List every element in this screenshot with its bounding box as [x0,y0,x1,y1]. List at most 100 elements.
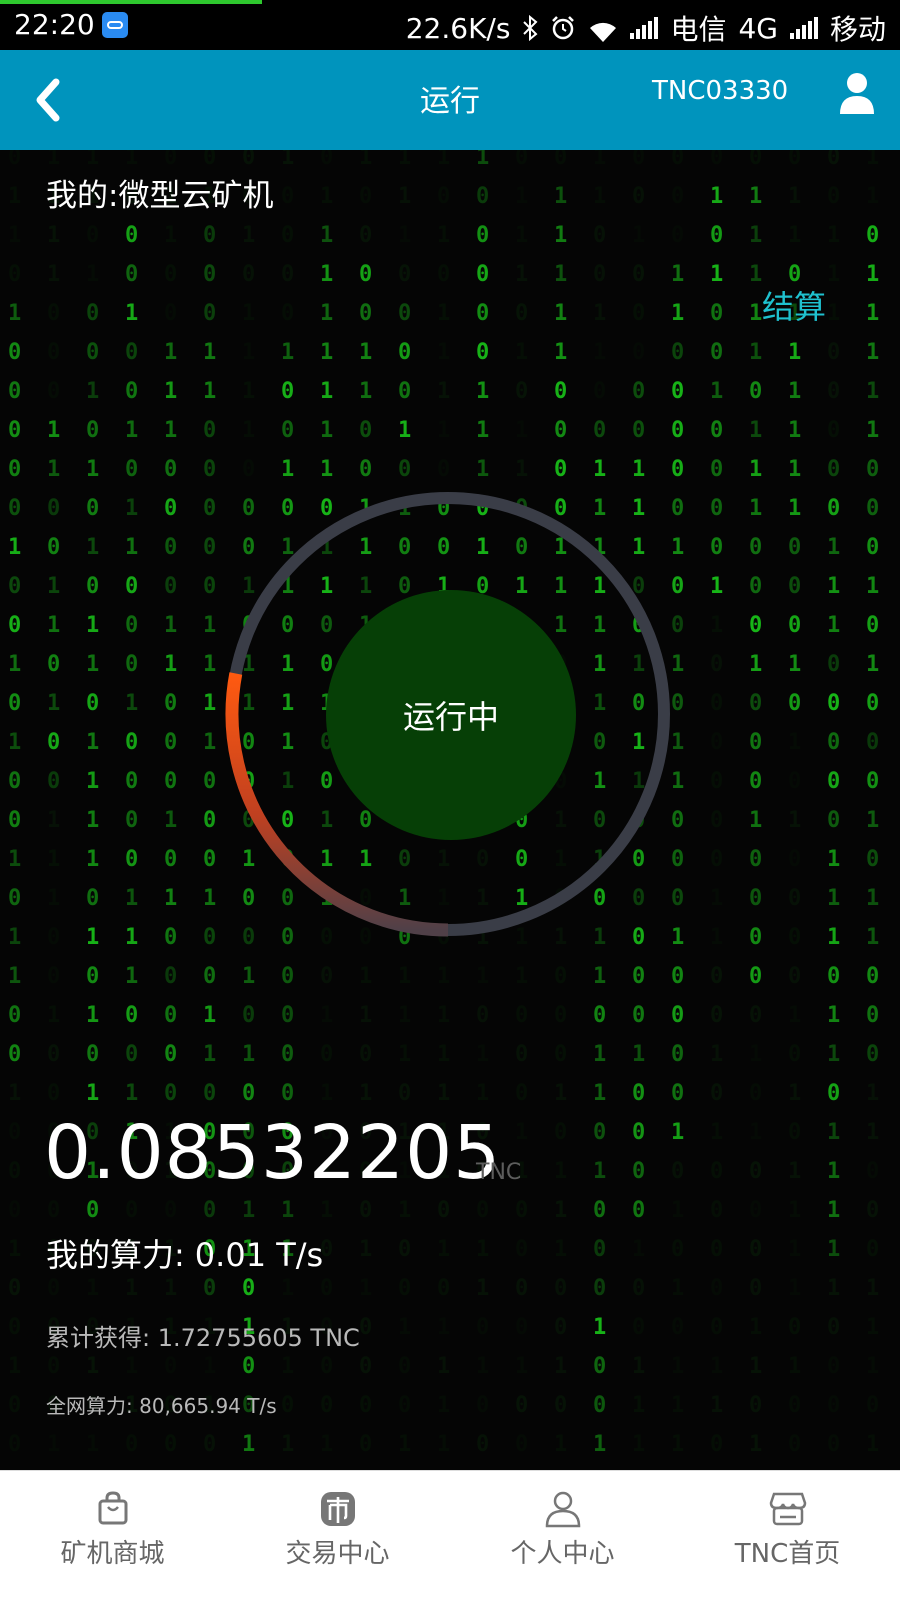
binary-digit: 1 [710,574,723,599]
binary-digit: 0 [8,613,21,638]
binary-digit: 0 [164,535,177,560]
binary-digit: 1 [164,1276,177,1301]
binary-digit: 0 [86,340,99,365]
binary-digit: 1 [281,1432,294,1457]
binary-digit: 1 [476,418,489,443]
binary-digit: 0 [359,1198,372,1223]
binary-digit: 0 [86,1042,99,1067]
binary-digit: 0 [866,691,879,716]
binary-digit: 0 [281,1393,294,1418]
binary-digit: 0 [671,1081,684,1106]
binary-digit: 1 [86,808,99,833]
binary-digit: 1 [827,1198,840,1223]
binary-digit: 1 [749,1432,762,1457]
nav-item-trade[interactable]: 交易中心 [225,1471,450,1601]
binary-digit: 0 [515,1003,528,1028]
binary-digit: 1 [242,340,255,365]
binary-digit: 0 [8,1315,21,1340]
binary-digit: 0 [203,808,216,833]
binary-digit: 0 [554,1003,567,1028]
binary-digit: 0 [671,379,684,404]
binary-digit: 0 [281,964,294,989]
nav-item-mall[interactable]: 矿机商城 [0,1471,225,1601]
binary-digit: 0 [788,886,801,911]
binary-digit: 1 [320,1081,333,1106]
binary-digit: 0 [593,379,606,404]
binary-digit: 0 [788,1432,801,1457]
binary-digit: 0 [320,150,333,170]
binary-digit: 1 [866,1432,879,1457]
binary-digit: 1 [320,1198,333,1223]
binary-digit: 0 [476,262,489,287]
binary-digit: 0 [398,1354,411,1379]
binary-digit: 0 [242,1003,255,1028]
binary-digit: 0 [164,1354,177,1379]
binary-digit: 1 [437,150,450,170]
settle-button[interactable]: 结算 [762,282,826,328]
binary-digit: 0 [125,1003,138,1028]
binary-digit: 0 [125,457,138,482]
binary-digit: 1 [437,379,450,404]
binary-digit: 1 [320,340,333,365]
binary-digit: 0 [125,340,138,365]
binary-digit: 0 [827,457,840,482]
binary-digit: 1 [164,808,177,833]
binary-digit: 1 [164,223,177,248]
binary-digit: 0 [320,1354,333,1379]
binary-digit: 0 [8,1042,21,1067]
binary-digit: 0 [749,925,762,950]
nav-item-profile[interactable]: 个人中心 [450,1471,675,1601]
binary-digit: 0 [749,1159,762,1184]
binary-digit: 0 [164,730,177,755]
account-id[interactable]: TNC03330 [652,76,788,106]
binary-digit: 0 [476,184,489,209]
binary-digit: 0 [593,223,606,248]
binary-digit: 0 [632,301,645,326]
binary-digit: 0 [710,808,723,833]
nav-item-home[interactable]: TNC首页 [675,1471,900,1601]
binary-digit: 0 [476,1432,489,1457]
binary-digit: 0 [593,262,606,287]
binary-digit: 0 [788,769,801,794]
binary-digit: 0 [827,150,840,170]
binary-digit: 0 [710,691,723,716]
user-icon[interactable] [838,72,876,116]
binary-digit: 0 [8,379,21,404]
binary-digit: 0 [476,301,489,326]
binary-digit: 0 [242,1276,255,1301]
binary-digit: 0 [827,379,840,404]
nav-label: 矿机商城 [60,1539,165,1569]
binary-digit: 0 [632,418,645,443]
binary-digit: 0 [86,964,99,989]
binary-digit: 0 [788,925,801,950]
cumulative-label: 累计获得: [46,1324,151,1352]
binary-digit: 1 [125,496,138,521]
binary-digit: 0 [359,1393,372,1418]
running-status-button[interactable]: 运行中 [326,590,576,840]
binary-digit: 0 [554,379,567,404]
binary-digit: 0 [710,457,723,482]
binary-digit: 1 [242,964,255,989]
binary-digit: 1 [8,1081,21,1106]
binary-digit: 1 [671,301,684,326]
binary-digit: 1 [86,150,99,170]
binary-digit: 0 [8,1198,21,1223]
running-status-label: 运行中 [402,698,499,736]
binary-digit: 0 [749,379,762,404]
binary-digit: 1 [632,1042,645,1067]
binary-digit: 1 [554,1432,567,1457]
signal-icon [789,17,818,39]
network-hashrate: 全网算力: 80,665.94 T/s [46,1390,277,1419]
binary-digit: 0 [203,223,216,248]
binary-digit: 0 [125,574,138,599]
loading-indicator [0,0,262,4]
binary-digit: 1 [320,223,333,248]
binary-digit: 1 [710,886,723,911]
binary-digit: 0 [203,847,216,872]
binary-digit: 0 [788,1120,801,1145]
app-header: 运行 TNC03330 [0,50,900,150]
binary-digit: 0 [593,1354,606,1379]
binary-digit: 1 [86,652,99,677]
binary-digit: 0 [47,652,60,677]
binary-digit: 0 [476,1393,489,1418]
